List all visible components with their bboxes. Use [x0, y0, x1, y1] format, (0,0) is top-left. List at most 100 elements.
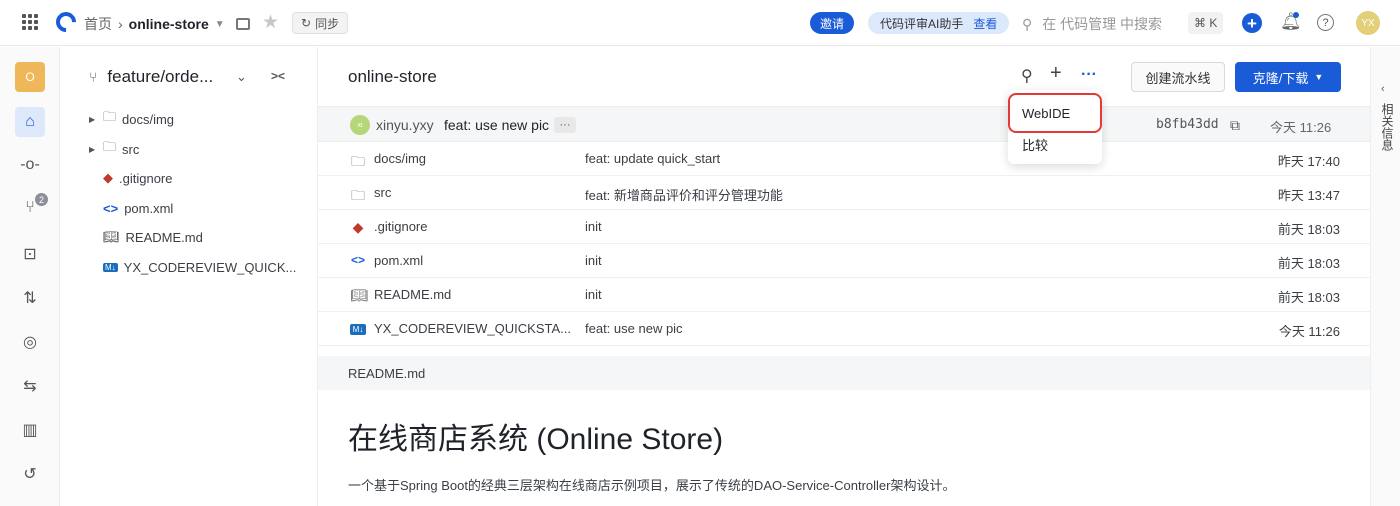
file-commit-message[interactable]: init — [585, 253, 602, 268]
search-placeholder: 在 代码管理 中搜索 — [1042, 16, 1163, 32]
global-search[interactable]: ⚲ 在 代码管理 中搜索 — [1022, 14, 1162, 34]
commit-author[interactable]: xinyu.yxy — [376, 117, 434, 133]
search-icon: ⚲ — [1022, 15, 1033, 32]
file-time: 前天 18:03 — [1277, 290, 1340, 305]
markdown-icon: M↓ — [350, 324, 366, 335]
table-row[interactable]: 📖︎ README.md init 前天 18:03 — [318, 278, 1370, 312]
code-icon[interactable]: ⌂ — [15, 107, 45, 137]
main-content: online-store ⚲ + ··· 创建流水线 克隆/下载 ▼ xi xi… — [318, 47, 1370, 506]
branch-selector[interactable]: ⑂ feature/orde... — [89, 67, 213, 87]
expand-icon[interactable]: ‹ — [1381, 83, 1385, 95]
review-icon[interactable]: ◎ — [15, 327, 45, 357]
menu-item-webide[interactable]: WebIDE — [1008, 93, 1102, 133]
book-icon: 📖︎ — [103, 229, 120, 244]
file-name[interactable]: docs/img — [374, 151, 426, 166]
search-icon[interactable]: ⚲ — [1021, 66, 1033, 86]
file-commit-message[interactable]: feat: 新增商品评价和评分管理功能 — [585, 185, 783, 204]
file-commit-message[interactable]: feat: use new pic — [585, 321, 683, 336]
create-icon[interactable]: + — [1242, 13, 1262, 33]
commit-icon[interactable]: -o- — [15, 150, 45, 180]
invite-button[interactable]: 邀请 — [810, 12, 854, 34]
breadcrumb: 首页 › online-store ▼ — [84, 14, 225, 34]
chevron-down-icon: ▼ — [1314, 72, 1324, 82]
repo-dropdown-icon[interactable]: ▼ — [215, 19, 225, 30]
file-time: 前天 18:03 — [1277, 256, 1340, 271]
notification-dot — [1293, 12, 1299, 18]
table-row[interactable]: M↓ YX_CODEREVIEW_QUICKSTA... feat: use n… — [318, 312, 1370, 346]
commit-time: 今天 11:26 — [1270, 120, 1332, 135]
file-name[interactable]: src — [374, 185, 391, 200]
tree-item-src[interactable]: ▶ 🗀 src — [89, 139, 139, 159]
file-time: 昨天 13:47 — [1277, 188, 1340, 203]
file-name[interactable]: .gitignore — [374, 219, 427, 234]
tree-item-label: pom.xml — [124, 200, 174, 216]
file-time: 前天 18:03 — [1277, 222, 1340, 237]
file-commit-message[interactable]: feat: update quick_start — [585, 151, 720, 166]
clone-label: 克隆/下载 — [1252, 70, 1309, 86]
table-row[interactable]: 🗀 src feat: 新增商品评价和评分管理功能 昨天 13:47 — [318, 176, 1370, 210]
top-bar: 首页 › online-store ▼ ★ ↻ 同步 邀请 代码评审AI助手 查… — [0, 0, 1400, 46]
branch-icon: ⑂ — [89, 69, 98, 85]
clone-download-button[interactable]: 克隆/下载 ▼ — [1235, 62, 1341, 92]
app-grid-icon[interactable] — [22, 14, 38, 30]
xml-icon: <> — [103, 200, 119, 216]
history-icon[interactable]: ↺ — [15, 459, 45, 489]
tree-item-readme[interactable]: 📖︎ README.md — [103, 227, 203, 247]
breadcrumb-home[interactable]: 首页 — [84, 14, 112, 34]
file-name[interactable]: pom.xml — [374, 253, 423, 268]
ai-assistant-view-link[interactable]: 查看 — [973, 15, 997, 32]
project-icon[interactable]: O — [15, 62, 45, 92]
folder-icon: 🗀 — [351, 153, 365, 169]
chevron-down-icon[interactable]: ⌄ — [236, 69, 247, 85]
tree-item-gitignore[interactable]: ◆ .gitignore — [103, 168, 172, 188]
add-icon[interactable]: + — [1050, 62, 1062, 85]
expand-arrow-icon[interactable]: ▶ — [89, 115, 97, 124]
user-avatar[interactable]: YX — [1356, 11, 1380, 35]
file-name[interactable]: YX_CODEREVIEW_QUICKSTA... — [374, 321, 571, 336]
star-icon[interactable]: ★ — [262, 11, 279, 34]
breadcrumb-separator-icon: › — [118, 16, 123, 32]
table-row[interactable]: ◆ .gitignore init 前天 18:03 — [318, 210, 1370, 244]
git-icon: ◆ — [103, 170, 113, 185]
ai-assistant-badge[interactable]: 代码评审AI助手 查看 — [868, 12, 1010, 34]
tag-icon[interactable]: ⊡ — [15, 239, 45, 269]
logo-icon[interactable] — [51, 7, 81, 37]
breadcrumb-repo[interactable]: online-store — [129, 16, 209, 32]
create-pipeline-button[interactable]: 创建流水线 — [1131, 62, 1225, 92]
expand-arrow-icon[interactable]: ▶ — [89, 145, 97, 154]
file-commit-message[interactable]: init — [585, 287, 602, 302]
menu-item-compare[interactable]: 比较 — [1022, 135, 1048, 154]
more-actions-menu: WebIDE 比较 — [1008, 90, 1102, 164]
pipeline-icon[interactable]: ⇆ — [15, 371, 45, 401]
tree-item-label: docs/img — [122, 111, 175, 127]
table-row[interactable]: 🗀 docs/img feat: update quick_start 昨天 1… — [318, 142, 1370, 176]
file-tree-panel: ⑂ feature/orde... ⌄ >< ▶ 🗀 docs/img ▶ 🗀 … — [61, 47, 318, 506]
commit-hash[interactable]: b8fb43dd — [1156, 117, 1219, 132]
tree-item-quickstart[interactable]: M↓ YX_CODEREVIEW_QUICK... — [103, 257, 296, 277]
file-name[interactable]: README.md — [374, 287, 451, 302]
tree-item-pom[interactable]: <> pom.xml — [103, 198, 173, 218]
tree-item-label: .gitignore — [119, 170, 173, 186]
lock-icon — [236, 18, 250, 30]
readme-title: 在线商店系统 (Online Store) — [348, 423, 724, 456]
help-icon[interactable]: ? — [1317, 14, 1334, 31]
copy-icon[interactable]: ⧉ — [1230, 117, 1240, 134]
tree-item-docs-img[interactable]: ▶ 🗀 docs/img — [89, 109, 174, 129]
commit-more-button[interactable]: ··· — [554, 117, 576, 133]
commit-message[interactable]: feat: use new pic — [444, 117, 549, 133]
commit-author-avatar: xi — [350, 115, 370, 135]
collapse-panel-icon[interactable]: >< — [271, 69, 285, 83]
table-row[interactable]: <> pom.xml init 前天 18:03 — [318, 244, 1370, 278]
markdown-icon: M↓ — [103, 262, 118, 272]
xml-icon: <> — [350, 253, 365, 267]
sync-button[interactable]: ↻ 同步 — [292, 12, 349, 34]
stats-icon[interactable]: ▥ — [15, 415, 45, 445]
related-info-panel[interactable]: ‹ 相关信息 — [1370, 47, 1400, 506]
more-icon[interactable]: ··· — [1081, 66, 1097, 84]
sync-label: 同步 — [315, 16, 340, 31]
file-commit-message[interactable]: init — [585, 219, 602, 234]
branch-count-badge: 2 — [35, 193, 48, 206]
related-info-label[interactable]: 相关信息 — [1379, 103, 1396, 151]
file-time: 昨天 17:40 — [1277, 154, 1340, 169]
merge-request-icon[interactable]: ⇅ — [15, 283, 45, 313]
